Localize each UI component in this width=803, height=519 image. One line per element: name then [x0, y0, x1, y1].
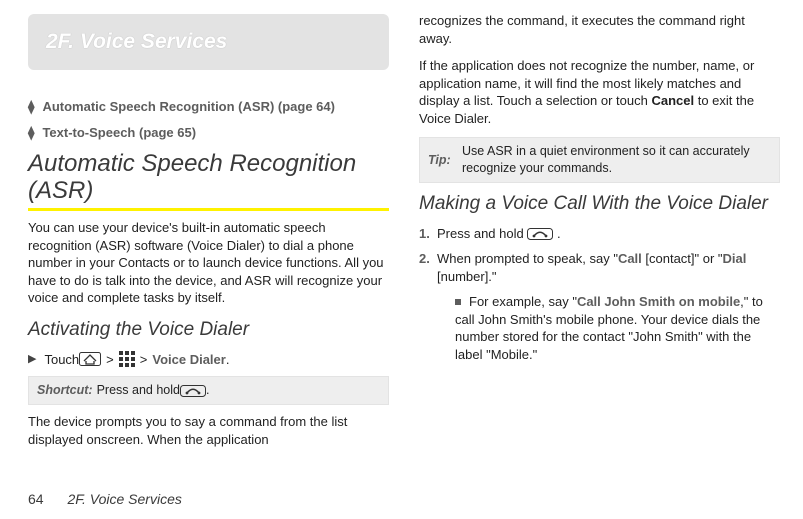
step-text-end: .: [226, 351, 230, 369]
sub-bullet: For example, say "Call John Smith on mob…: [455, 293, 780, 363]
sub-heading: Activating the Voice Dialer: [28, 317, 389, 343]
sub-heading: Making a Voice Call With the Voice Diale…: [419, 191, 780, 217]
voice-command-example: Call John Smith on mobile: [577, 294, 740, 309]
tip-callout: Tip: Use ASR in a quiet environment so i…: [419, 137, 780, 183]
phone-key-icon: [180, 385, 206, 397]
step-text: [contact]" or ": [642, 251, 723, 266]
toc-item: ⧫ Text-to-Speech (page 65): [28, 124, 389, 142]
separator: >: [106, 351, 114, 369]
diamond-icon: ⧫: [28, 99, 34, 114]
step-text: When prompted to speak, say ": [437, 251, 618, 266]
phone-key-icon: [527, 228, 553, 240]
list-item: 1. Press and hold .: [419, 225, 780, 243]
instruction-step: ▶ Touch > > Voice Dialer.: [28, 351, 389, 369]
section-title: 2F. Voice Services: [46, 28, 371, 56]
separator: >: [140, 351, 148, 369]
table-of-contents: ⧫ Automatic Speech Recognition (ASR) (pag…: [28, 98, 389, 141]
step-number: 1.: [419, 225, 430, 243]
step-text: Press and hold: [437, 226, 527, 241]
step-number: 2.: [419, 250, 430, 268]
list-item: 2. When prompted to speak, say "Call [co…: [419, 250, 780, 363]
shortcut-callout: Shortcut: Press and hold .: [28, 376, 389, 405]
square-bullet-icon: [455, 299, 461, 305]
step-text-end: .: [557, 226, 561, 241]
step-text: [number].": [437, 269, 497, 284]
body-paragraph: The device prompts you to say a command …: [28, 413, 389, 448]
body-paragraph-cont: recognizes the command, it executes the …: [419, 12, 780, 47]
home-icon: [79, 352, 101, 366]
toc-text: Text-to-Speech (page 65): [42, 125, 196, 140]
footer-section: 2F. Voice Services: [67, 491, 181, 507]
voice-command: Call: [618, 251, 642, 266]
numbered-steps: 1. Press and hold . 2. When prompted to …: [419, 225, 780, 364]
bullet-text: For example, say ": [469, 294, 577, 309]
cancel-label: Cancel: [651, 93, 694, 108]
apps-grid-icon: [119, 351, 135, 367]
menu-label: Voice Dialer: [152, 351, 225, 369]
step-text: Touch: [44, 351, 79, 369]
accent-bar: [28, 208, 389, 211]
intro-paragraph: You can use your device's built-in autom…: [28, 219, 389, 307]
callout-text-end: .: [206, 382, 209, 399]
page-number: 64: [28, 491, 44, 507]
callout-label: Shortcut:: [37, 382, 93, 399]
callout-label: Tip:: [428, 152, 458, 169]
body-paragraph: If the application does not recognize th…: [419, 57, 780, 127]
main-heading: Automatic Speech Recognition (ASR): [28, 151, 389, 204]
triangle-icon: ▶: [28, 352, 36, 367]
callout-text: Use ASR in a quiet environment so it can…: [462, 143, 771, 177]
page-footer: 64 2F. Voice Services: [28, 490, 182, 509]
callout-text: Press and hold: [97, 382, 180, 399]
toc-text: Automatic Speech Recognition (ASR) (page…: [42, 99, 335, 114]
toc-item: ⧫ Automatic Speech Recognition (ASR) (pag…: [28, 98, 389, 116]
section-header: 2F. Voice Services: [28, 14, 389, 70]
diamond-icon: ⧫: [28, 125, 34, 140]
voice-command: Dial: [723, 251, 747, 266]
